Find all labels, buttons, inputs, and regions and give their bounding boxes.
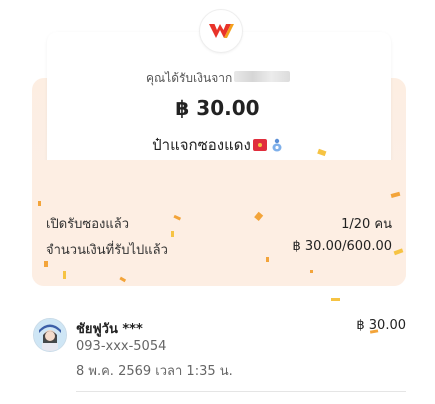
recipient-time: 8 พ.ค. 2569 เวลา 1:35 น. [76,364,233,379]
confetti-piece [390,191,401,198]
received-total-label: จำนวนเงินที่รับไปแล้ว [46,243,168,258]
packet-message: ป๋าแจกซองแดง [0,133,435,157]
packet-message-text: ป๋าแจกซองแดง [152,136,251,154]
opened-value: 1/20 คน [341,217,392,232]
confetti-layer [38,148,404,334]
recipient-name: ชัยฟูวัน *** [76,322,143,337]
confetti-piece [393,248,404,256]
avatar [33,318,67,352]
confetti-piece [38,201,41,206]
confetti-piece [63,271,66,279]
confetti-piece [171,231,174,237]
confetti-piece [331,298,340,301]
confetti-piece [254,211,264,221]
opened-label: เปิดรับซองแล้ว [46,217,129,232]
confetti-piece [173,214,182,221]
list-divider [76,391,406,392]
avatar-image-icon [34,319,66,351]
recipient-amount: ฿ 30.00 [356,318,406,333]
truemoney-wallet-logo-icon [209,24,234,38]
confetti-piece [44,261,48,267]
received-amount: ฿ 30.00 [175,96,260,120]
received-total-value: ฿ 30.00/600.00 [292,239,393,254]
red-envelope-icon [252,139,267,151]
confetti-piece [119,276,127,283]
confetti-piece [266,257,269,262]
recipient-phone: 093-xxx-5054 [76,339,167,354]
confetti-piece [310,270,313,273]
app-logo [199,9,243,53]
sender-name-masked [234,71,290,82]
blue-amulet-icon [272,138,282,152]
sender-label: คุณได้รับเงินจาก [146,71,233,85]
